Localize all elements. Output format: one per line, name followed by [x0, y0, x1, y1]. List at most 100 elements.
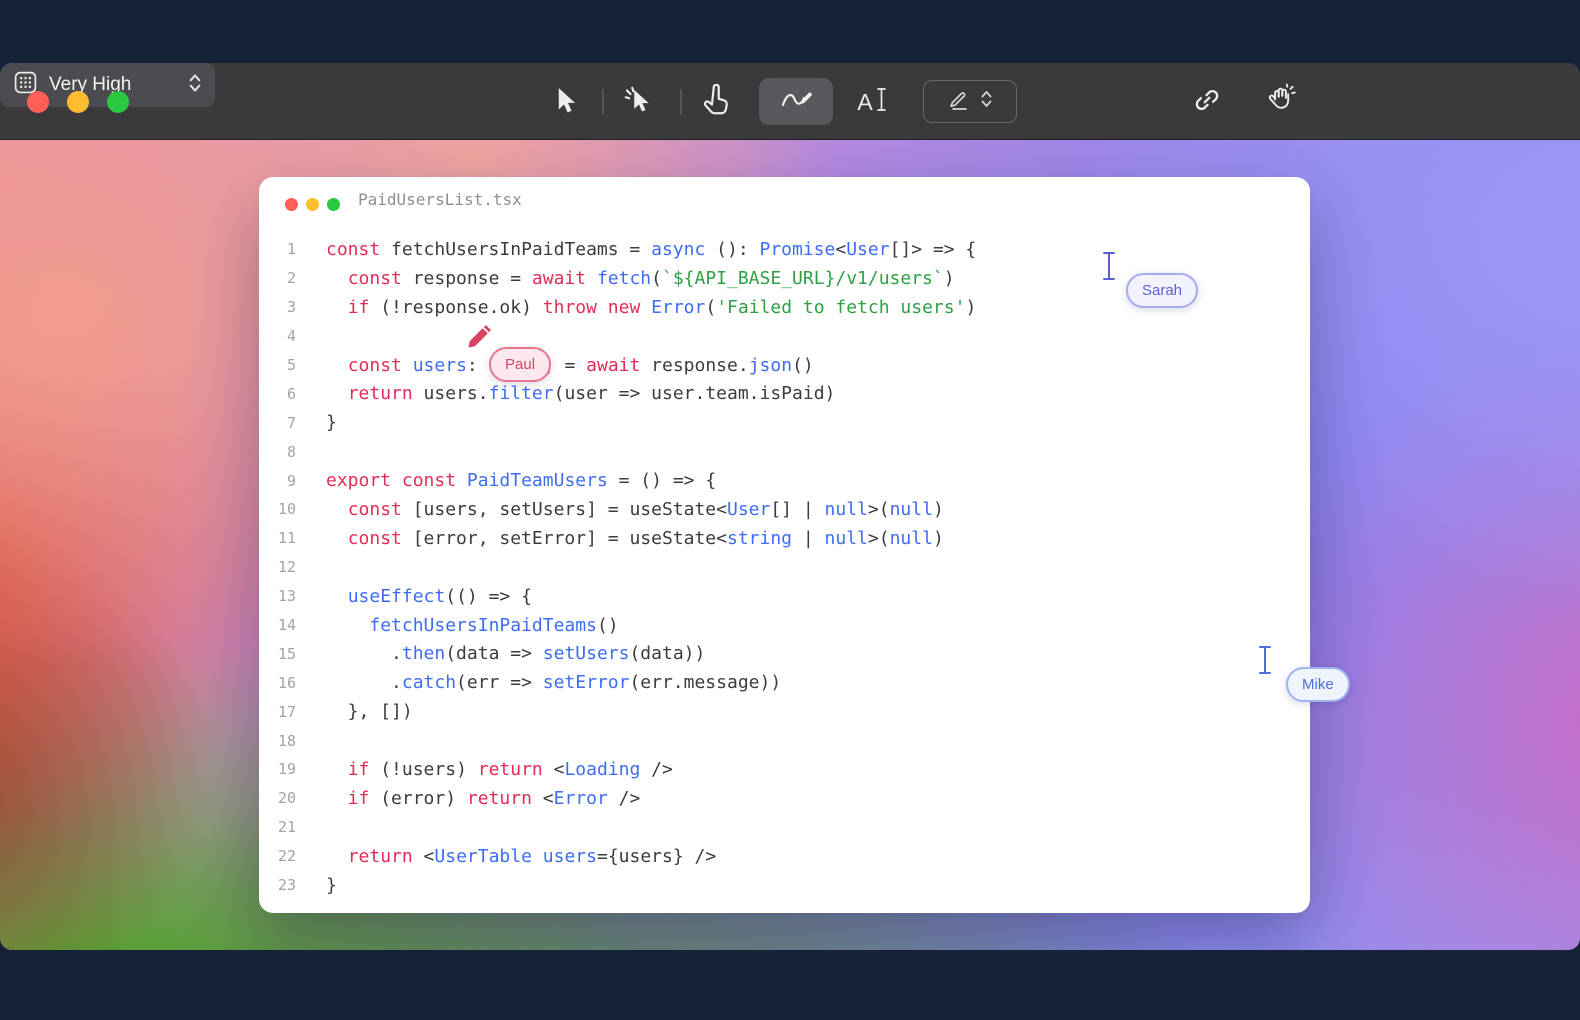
scribble-pen-icon — [779, 86, 813, 117]
line-number: 2 — [259, 269, 296, 287]
presence-label: Sarah — [1126, 273, 1198, 308]
copy-link-button[interactable] — [1191, 86, 1223, 118]
line-number: 10 — [259, 500, 296, 518]
pointer-cursor-icon — [550, 85, 580, 120]
pointing-hand-tool-button[interactable] — [700, 85, 732, 119]
editor-close-button[interactable] — [285, 198, 298, 211]
code-line: 15 .then(data => setUsers(data)) — [259, 639, 1310, 668]
code-text: if (!users) return <Loading /> — [326, 759, 673, 780]
code-line: 4 — [259, 322, 1310, 351]
editor-window-controls — [285, 198, 340, 211]
screen-share-app-window: A — [0, 63, 1580, 950]
code-line: 11 const [error, setError] = useState<st… — [259, 524, 1310, 553]
presence-cursor-mike: Mike — [1256, 644, 1274, 681]
code-line: 23} — [259, 871, 1310, 900]
code-line: 17 }, []) — [259, 697, 1310, 726]
presence-label: Mike — [1286, 667, 1350, 702]
presence-label: Paul — [489, 347, 551, 382]
draw-tool-button[interactable] — [759, 78, 833, 125]
line-number: 23 — [259, 876, 296, 894]
pointing-hand-icon — [701, 84, 731, 121]
line-number: 4 — [259, 327, 296, 345]
presence-cursor-sarah: Sarah — [1100, 250, 1118, 287]
line-number: 15 — [259, 645, 296, 663]
wave-hand-sparkles-icon — [1266, 83, 1298, 120]
chevron-up-down-icon — [188, 72, 202, 99]
editor-zoom-button[interactable] — [327, 198, 340, 211]
code-text: useEffect(() => { — [326, 586, 532, 607]
code-text: const [users, setUsers] = useState<User[… — [326, 499, 944, 520]
code-line: 21 — [259, 813, 1310, 842]
code-line: 9 export const PaidTeamUsers = () => { — [259, 466, 1310, 495]
chevron-up-down-icon — [980, 89, 993, 114]
pointer-tool-button[interactable] — [549, 86, 581, 118]
toolbar: A — [0, 63, 1580, 140]
code-text: if (!response.ok) throw new Error('Faile… — [326, 297, 976, 318]
file-title: PaidUsersList.tsx — [358, 190, 522, 209]
line-number: 1 — [259, 240, 296, 258]
line-number: 7 — [259, 414, 296, 432]
stroke-style-dropdown[interactable] — [923, 80, 1017, 123]
code-text: const response = await fetch(`${API_BASE… — [326, 268, 955, 289]
code-text: .catch(err => setError(err.message)) — [326, 672, 781, 693]
code-line: 22 return <UserTable users={users} /> — [259, 842, 1310, 871]
code-line: 1 const fetchUsersInPaidTeams = async ():… — [259, 235, 1310, 264]
minimize-button[interactable] — [67, 91, 89, 113]
code-text: const fetchUsersInPaidTeams = async (): … — [326, 239, 976, 260]
multi-pointer-cursor-icon — [623, 85, 653, 120]
code-text: if (error) return <Error /> — [326, 788, 640, 809]
text-tool-letter: A — [857, 91, 872, 114]
code-line: 14 fetchUsersInPaidTeams() — [259, 611, 1310, 640]
link-chain-icon — [1192, 85, 1222, 120]
text-tool-button[interactable]: A — [849, 86, 895, 118]
line-number: 17 — [259, 703, 296, 721]
code-line: 10 const [users, setUsers] = useState<Us… — [259, 495, 1310, 524]
code-line: 18 — [259, 726, 1310, 755]
presence-cursor-paul: Paul — [462, 320, 496, 359]
line-number: 22 — [259, 847, 296, 865]
line-number: 20 — [259, 789, 296, 807]
multi-pointer-tool-button[interactable] — [622, 86, 654, 118]
code-line: 13 useEffect(() => { — [259, 582, 1310, 611]
wave-hand-button[interactable] — [1265, 84, 1299, 118]
code-line: 16 .catch(err => setError(err.message)) — [259, 668, 1310, 697]
line-number: 9 — [259, 472, 296, 490]
line-number: 16 — [259, 674, 296, 692]
shared-desktop-wallpaper: PaidUsersList.tsx 1 const fetchUsersInPai… — [0, 140, 1580, 950]
window-controls — [27, 91, 129, 113]
zoom-button[interactable] — [107, 91, 129, 113]
code-text: const users: User[] = await response.jso… — [326, 355, 814, 376]
code-line: 20 if (error) return <Error /> — [259, 784, 1310, 813]
code-line: 12 — [259, 553, 1310, 582]
line-number: 5 — [259, 356, 296, 374]
line-number: 14 — [259, 616, 296, 634]
code-text: return users.filter(user => user.team.is… — [326, 383, 835, 404]
line-number: 19 — [259, 760, 296, 778]
line-number: 6 — [259, 385, 296, 403]
line-number: 8 — [259, 443, 296, 461]
editor-minimize-button[interactable] — [306, 198, 319, 211]
code-text: .then(data => setUsers(data)) — [326, 643, 705, 664]
code-text: } — [326, 412, 337, 433]
code-text: fetchUsersInPaidTeams() — [326, 615, 619, 636]
text-ibeam-cursor-icon — [1100, 269, 1118, 286]
code-line: 7} — [259, 408, 1310, 437]
code-text: return <UserTable users={users} /> — [326, 846, 716, 867]
code-text: } — [326, 875, 337, 896]
line-number: 18 — [259, 732, 296, 750]
code-text: export const PaidTeamUsers = () => { — [326, 470, 716, 491]
line-number: 12 — [259, 558, 296, 576]
line-number: 13 — [259, 587, 296, 605]
line-number: 21 — [259, 818, 296, 836]
code-line: 19 if (!users) return <Loading /> — [259, 755, 1310, 784]
line-number: 3 — [259, 298, 296, 316]
line-number: 11 — [259, 529, 296, 547]
code-text: const [error, setError] = useState<strin… — [326, 528, 944, 549]
code-line: 8 — [259, 437, 1310, 466]
stroke-pen-icon — [948, 87, 970, 116]
code-text: }, []) — [326, 701, 413, 722]
code-line: 5 const users: User[] = await response.j… — [259, 351, 1310, 380]
text-ibeam-cursor-icon — [1256, 663, 1274, 680]
text-ibeam-icon — [876, 87, 887, 117]
close-button[interactable] — [27, 91, 49, 113]
